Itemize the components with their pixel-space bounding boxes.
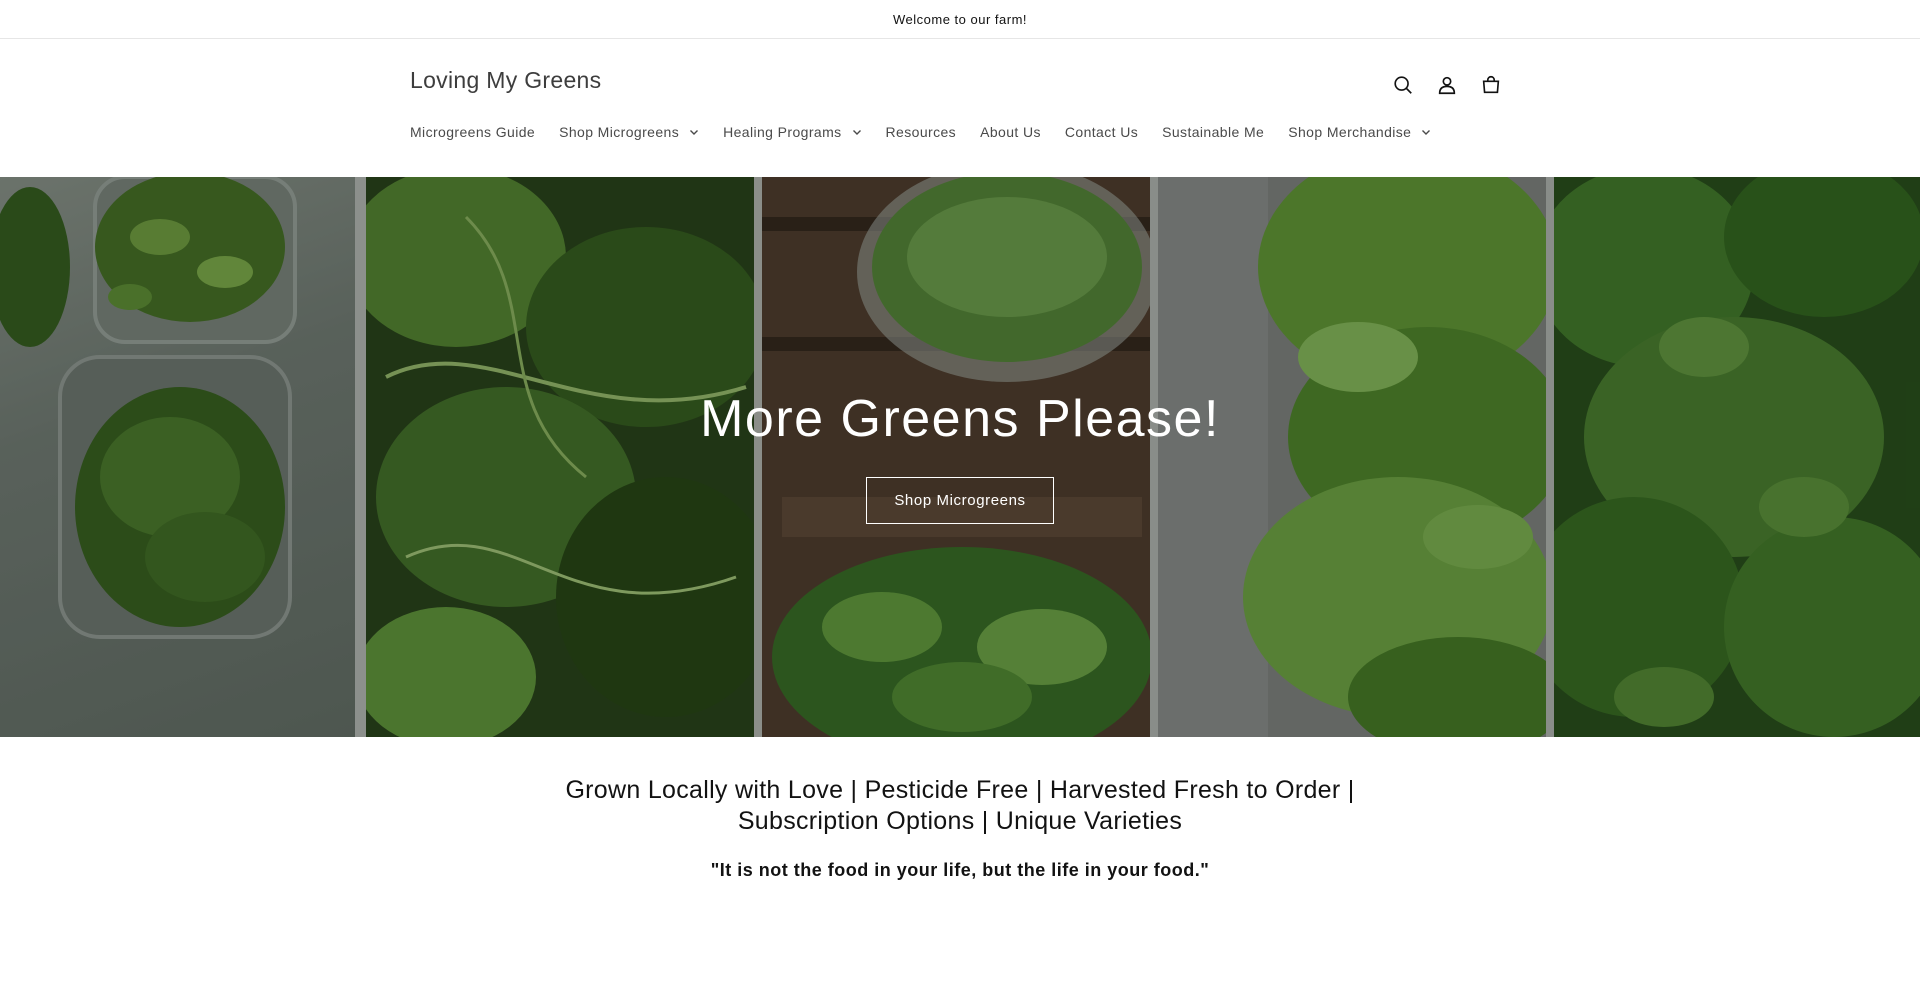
site-logo[interactable]: Loving My Greens [410,67,601,94]
nav-item-shop-microgreens[interactable]: Shop Microgreens [559,124,699,140]
nav-item-label: Resources [885,124,957,140]
chevron-down-icon [690,130,699,135]
nav-item-sustainable-me[interactable]: Sustainable Me [1162,124,1264,140]
tagline-text: Grown Locally with Love | Pesticide Free… [565,776,1355,835]
cart-button[interactable] [1472,66,1510,104]
nav-item-contact-us[interactable]: Contact Us [1065,124,1138,140]
nav-item-label: Microgreens Guide [410,124,536,140]
hero-overlay [0,177,1920,737]
nav-item-shop-merchandise[interactable]: Shop Merchandise [1288,124,1431,140]
main-nav: Microgreens Guide Shop Microgreens Heali… [410,124,1455,140]
account-icon [1438,76,1456,95]
announcement-bar: Welcome to our farm! [0,0,1920,39]
site-header: Loving My Greens Microgreens Guide Shop … [0,39,1920,177]
nav-item-microgreens-guide[interactable]: Microgreens Guide [410,124,535,140]
search-button[interactable] [1384,66,1422,104]
chevron-down-icon [852,130,861,135]
hero-banner: More Greens Please! Shop Microgreens [0,177,1920,737]
account-button[interactable] [1428,66,1466,104]
chevron-down-icon [1422,130,1431,135]
header-icons [1384,66,1510,104]
search-icon [1394,76,1412,94]
nav-item-about-us[interactable]: About Us [980,124,1041,140]
nav-item-label: Sustainable Me [1162,124,1265,140]
nav-item-label: Shop Microgreens [559,124,680,140]
nav-item-label: Shop Merchandise [1288,124,1412,140]
nav-item-resources[interactable]: Resources [886,124,957,140]
nav-item-label: Contact Us [1064,124,1139,140]
cart-icon [1482,75,1500,94]
shop-microgreens-button[interactable]: Shop Microgreens [866,477,1054,524]
intro-section: Grown Locally with Love | Pesticide Free… [0,737,1920,993]
nav-item-label: Healing Programs [723,124,842,140]
nav-item-healing-programs[interactable]: Healing Programs [723,124,861,140]
nav-item-label: About Us [980,124,1041,140]
hero-title: More Greens Please! [700,390,1220,448]
quote-text: "It is not the food in your life, but th… [710,860,1210,880]
announcement-text: Welcome to our farm! [892,11,1028,27]
